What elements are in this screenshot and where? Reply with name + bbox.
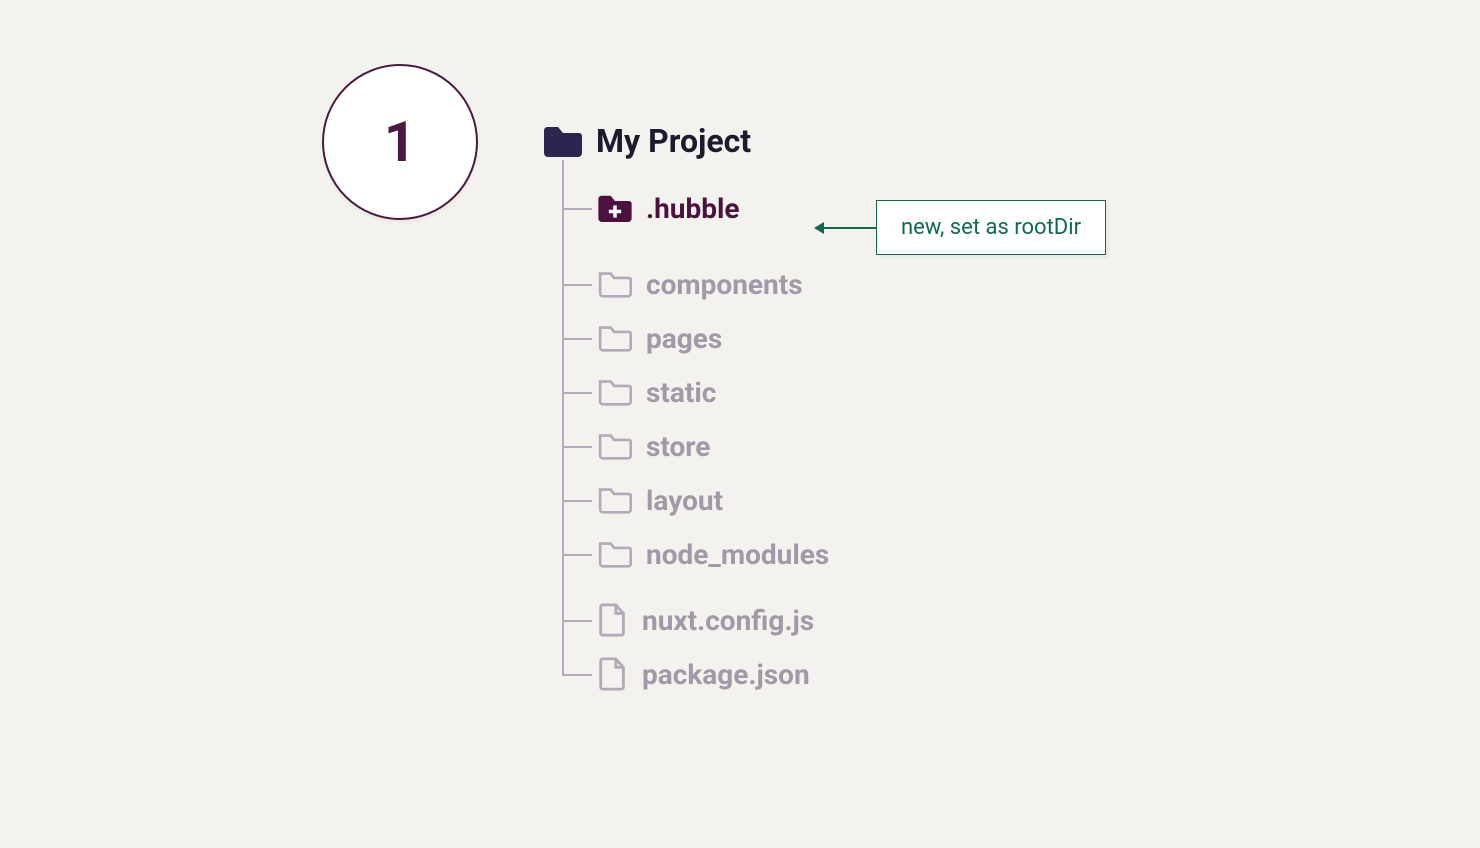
file-package-json: package.json	[564, 654, 829, 694]
folder-layout: layout	[564, 480, 829, 520]
file-nuxt-config: nuxt.config.js	[564, 600, 829, 640]
annotation-box: new, set as rootDir	[876, 200, 1106, 255]
file-label: nuxt.config.js	[642, 604, 814, 637]
folder-components: components	[564, 264, 829, 304]
file-icon	[598, 657, 628, 691]
folder-plus-icon	[598, 194, 632, 222]
file-icon	[598, 603, 628, 637]
file-label: package.json	[642, 658, 810, 691]
folder-hubble: .hubble	[564, 188, 829, 228]
step-number-text: 1	[384, 109, 416, 175]
folder-icon	[598, 324, 632, 352]
folder-label: node_modules	[646, 538, 829, 571]
folder-icon	[598, 540, 632, 568]
folder-label: .hubble	[646, 192, 740, 225]
folder-label: store	[646, 430, 710, 463]
folder-dark-icon	[544, 125, 582, 157]
tree-children: .hubble components pages static	[562, 160, 829, 694]
folder-label: pages	[646, 322, 722, 355]
folder-label: static	[646, 376, 716, 409]
arrow-left-icon	[816, 227, 876, 229]
folder-node-modules: node_modules	[564, 534, 829, 574]
folder-static: static	[564, 372, 829, 412]
step-number-badge: 1	[322, 64, 478, 220]
tree-root-label: My Project	[596, 122, 751, 160]
spacer	[564, 574, 829, 600]
folder-label: components	[646, 268, 803, 301]
folder-store: store	[564, 426, 829, 466]
annotation-rootdir: new, set as rootDir	[816, 200, 1106, 255]
file-tree: My Project .hubble component	[544, 122, 829, 694]
folder-icon	[598, 378, 632, 406]
folder-pages: pages	[564, 318, 829, 358]
diagram-canvas: 1 My Project .hubble	[0, 0, 1480, 848]
folder-label: layout	[646, 484, 723, 517]
annotation-text: new, set as rootDir	[901, 215, 1081, 240]
folder-icon	[598, 270, 632, 298]
folder-icon	[598, 486, 632, 514]
tree-root-node: My Project	[544, 122, 829, 160]
folder-icon	[598, 432, 632, 460]
